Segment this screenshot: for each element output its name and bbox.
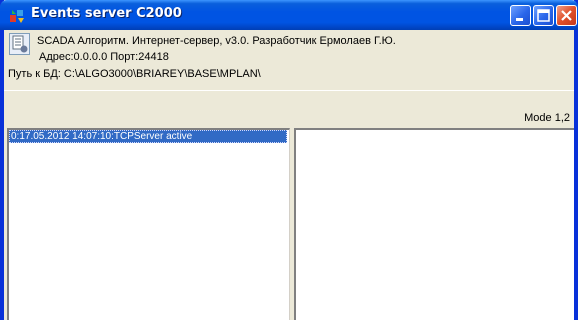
minimize-button[interactable] xyxy=(510,5,531,26)
close-button[interactable] xyxy=(556,5,577,26)
maximize-button[interactable] xyxy=(533,5,554,26)
database-path: Путь к БД: C:\ALGO3000\BRIAREY\BASE\MPLA… xyxy=(8,68,261,80)
mode-label: Mode 1,2 xyxy=(524,112,570,124)
close-icon xyxy=(557,6,576,28)
info-panel: SCADA Алгоритм. Интернет-сервер, v3.0. Р… xyxy=(4,30,574,90)
server-address: Адрес:0.0.0.0 Порт:24418 xyxy=(39,51,169,63)
database-icon[interactable] xyxy=(9,33,30,55)
event-list[interactable]: 0:17.05.2012 14:07:10:TCPServer active xyxy=(7,128,290,320)
app-description: SCADA Алгоритм. Интернет-сервер, v3.0. Р… xyxy=(37,35,396,47)
list-item[interactable]: 0:17.05.2012 14:07:10:TCPServer active xyxy=(9,130,287,143)
split-area: 0:17.05.2012 14:07:10:TCPServer active xyxy=(4,127,574,320)
title-bar[interactable]: Events server C2000 xyxy=(0,0,578,30)
mode-panel: Mode 1,2 xyxy=(4,90,574,128)
app-icon xyxy=(9,8,25,24)
maximize-icon xyxy=(534,6,553,28)
detail-panel[interactable] xyxy=(294,128,574,320)
app-window: Events server C2000 SCADA Алгоритм. Инте… xyxy=(0,0,578,320)
minimize-icon xyxy=(511,6,530,28)
window-title: Events server C2000 xyxy=(31,6,182,21)
